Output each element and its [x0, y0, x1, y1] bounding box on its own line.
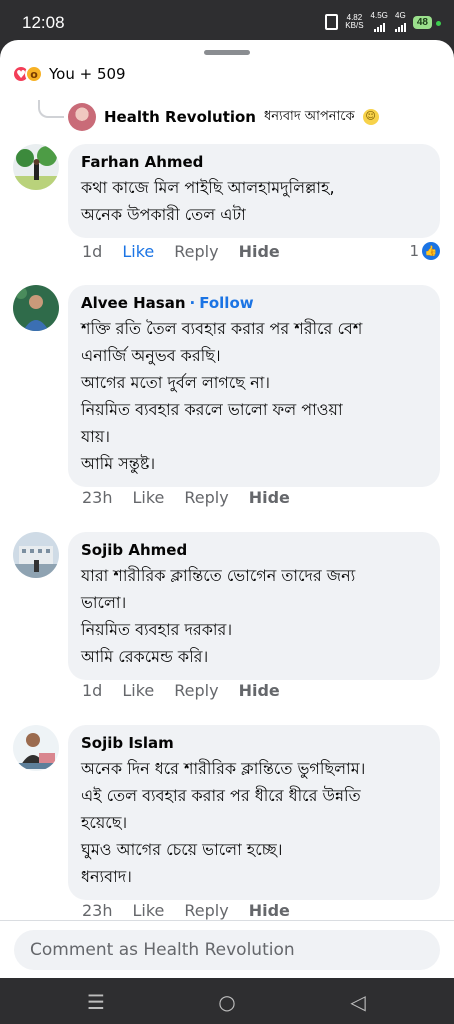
recent-apps-icon[interactable]: ☰: [76, 990, 116, 1014]
comment-time: 23h: [82, 488, 113, 507]
sheet-drag-handle[interactable]: [204, 50, 250, 55]
like-button[interactable]: Like: [133, 488, 165, 507]
reply-text: ধন্যবাদ আপনাকে: [264, 108, 355, 124]
signal-1-label: 4.5G: [370, 11, 388, 20]
comment-text: শক্তি রতি তৈল ব্যবহার করার পর শরীরে বেশ …: [81, 315, 427, 477]
reactions-label: You + 509: [49, 65, 126, 83]
comment-author[interactable]: Sojib Ahmed: [81, 540, 187, 560]
back-icon[interactable]: ◁: [338, 990, 378, 1014]
status-icons: 4.82 KB/S 4.5G 4G 48: [325, 11, 442, 32]
status-time: 12:08: [22, 13, 65, 32]
avatar[interactable]: [13, 725, 59, 771]
like-button[interactable]: Like: [122, 681, 154, 700]
smile-emoji-icon: ☺: [362, 109, 379, 125]
comment-time: 1d: [82, 242, 103, 261]
hide-button[interactable]: Hide: [239, 242, 280, 261]
system-nav-bar: ☰ ○ ◁: [0, 978, 454, 1024]
comment-text: কথা কাজে মিল পাইছি আলহামদুলিল্লাহ, অনেক …: [81, 174, 427, 228]
comment-time: 1d: [82, 681, 103, 700]
reply-button[interactable]: Reply: [184, 488, 228, 507]
like-button[interactable]: Like: [133, 901, 165, 920]
comment-line: যায়।: [81, 427, 111, 446]
hide-button[interactable]: Hide: [239, 681, 280, 700]
comment-bubble: Sojib Ahmed যারা শারীরিক ক্লান্তিতে ভোগে…: [68, 532, 440, 680]
reactions-summary[interactable]: ♥ o You + 509: [12, 65, 126, 83]
avatar[interactable]: [13, 285, 59, 331]
reply-author: Health Revolution: [104, 108, 256, 126]
follow-button[interactable]: Follow: [199, 293, 253, 313]
thumbs-up-icon: 👍: [422, 242, 440, 260]
comment-line: নিয়মিত ব্যবহার দরকার।: [81, 620, 233, 639]
signal-2-label: 4G: [395, 11, 406, 20]
like-count-value: 1: [409, 242, 419, 260]
comment-line: শক্তি রতি তৈল ব্যবহার করার পর শরীরে বেশ: [81, 319, 363, 338]
comment-line: হয়েছে।: [81, 813, 128, 832]
battery-icon: 48: [412, 15, 442, 29]
wow-reaction-icon: o: [25, 65, 43, 83]
network-speed-unit: KB/S: [345, 21, 364, 30]
comment-line: আমি সন্তুষ্ট।: [81, 454, 156, 473]
comment-actions: 1d Like Reply Hide: [82, 681, 300, 700]
like-count[interactable]: 1 👍: [409, 242, 440, 260]
comment-line: নিয়মিত ব্যবহার করলে ভালো ফল পাওয়া: [81, 400, 343, 419]
comment-bubble: Farhan Ahmed কথা কাজে মিল পাইছি আলহামদুল…: [68, 144, 440, 238]
comment-actions: 23h Like Reply Hide: [82, 901, 310, 920]
comment-line: ভালো।: [81, 593, 127, 612]
comment-actions: 1d Like Reply Hide: [82, 242, 300, 261]
comments-sheet: ♥ o You + 509 Health Revolution ধন্যবাদ …: [0, 40, 454, 978]
comment-time: 23h: [82, 901, 113, 920]
avatar[interactable]: [13, 144, 59, 190]
reply-button[interactable]: Reply: [174, 681, 218, 700]
hide-button[interactable]: Hide: [249, 488, 290, 507]
reply-preview[interactable]: Health Revolution ধন্যবাদ আপনাকে ☺: [68, 103, 379, 131]
comment-line: এনার্জি অনুভব করছি।: [81, 346, 221, 365]
comment-line: ধন্যবাদ।: [81, 867, 132, 886]
reply-button[interactable]: Reply: [174, 242, 218, 261]
composer-divider: [0, 920, 454, 921]
comment-author-row: Alvee Hasan · Follow: [81, 293, 427, 313]
comment-bubble: Sojib Islam অনেক দিন ধরে শারীরিক ক্লান্ত…: [68, 725, 440, 900]
comment-author[interactable]: Alvee Hasan: [81, 293, 186, 313]
avatar[interactable]: [13, 532, 59, 578]
comment-author-row: Sojib Islam: [81, 733, 427, 753]
comment-author-row: Sojib Ahmed: [81, 540, 427, 560]
comment-input-placeholder: Comment as Health Revolution: [30, 940, 295, 960]
comment-line: যারা শারীরিক ক্লান্তিতে ভোগেন তাদের জন্য: [81, 566, 356, 585]
comment-line: আমি রেকমেন্ড করি।: [81, 647, 209, 666]
reply-thread-line: [38, 100, 64, 118]
comment-line: অনেক দিন ধরে শারীরিক ক্লান্তিতে ভুগছিলাম…: [81, 759, 366, 778]
signal-icon-1: 4.5G: [371, 12, 388, 32]
home-icon[interactable]: ○: [207, 990, 247, 1014]
comment-line: অনেক উপকারী তেল এটা: [81, 205, 246, 224]
network-speed: 4.82 KB/S: [345, 14, 363, 30]
signal-icon-2: 4G: [394, 11, 406, 32]
comment-author[interactable]: Sojib Islam: [81, 733, 174, 753]
comment-line: এই তেল ব্যবহার করার পর ধীরে ধীরে উন্নতি: [81, 786, 361, 805]
comment-input[interactable]: Comment as Health Revolution: [14, 930, 440, 970]
comment-bubble: Alvee Hasan · Follow শক্তি রতি তৈল ব্যবহ…: [68, 285, 440, 487]
comment-line: ঘুমও আগের চেয়ে ভালো হচ্ছে।: [81, 840, 283, 859]
separator-dot: ·: [189, 294, 196, 312]
comment-text: অনেক দিন ধরে শারীরিক ক্লান্তিতে ভুগছিলাম…: [81, 755, 427, 890]
comment-line: আগের মতো দুর্বল লাগছে না।: [81, 373, 270, 392]
hide-button[interactable]: Hide: [249, 901, 290, 920]
comment-text: যারা শারীরিক ক্লান্তিতে ভোগেন তাদের জন্য…: [81, 562, 427, 670]
comment-actions: 23h Like Reply Hide: [82, 488, 310, 507]
comment-author[interactable]: Farhan Ahmed: [81, 152, 203, 172]
comment-line: কথা কাজে মিল পাইছি আলহামদুলিল্লাহ,: [81, 178, 335, 197]
reply-button[interactable]: Reply: [184, 901, 228, 920]
vibrate-icon: [325, 14, 339, 30]
like-button[interactable]: Like: [122, 242, 154, 261]
avatar: [68, 103, 96, 131]
comment-author-row: Farhan Ahmed: [81, 152, 427, 172]
